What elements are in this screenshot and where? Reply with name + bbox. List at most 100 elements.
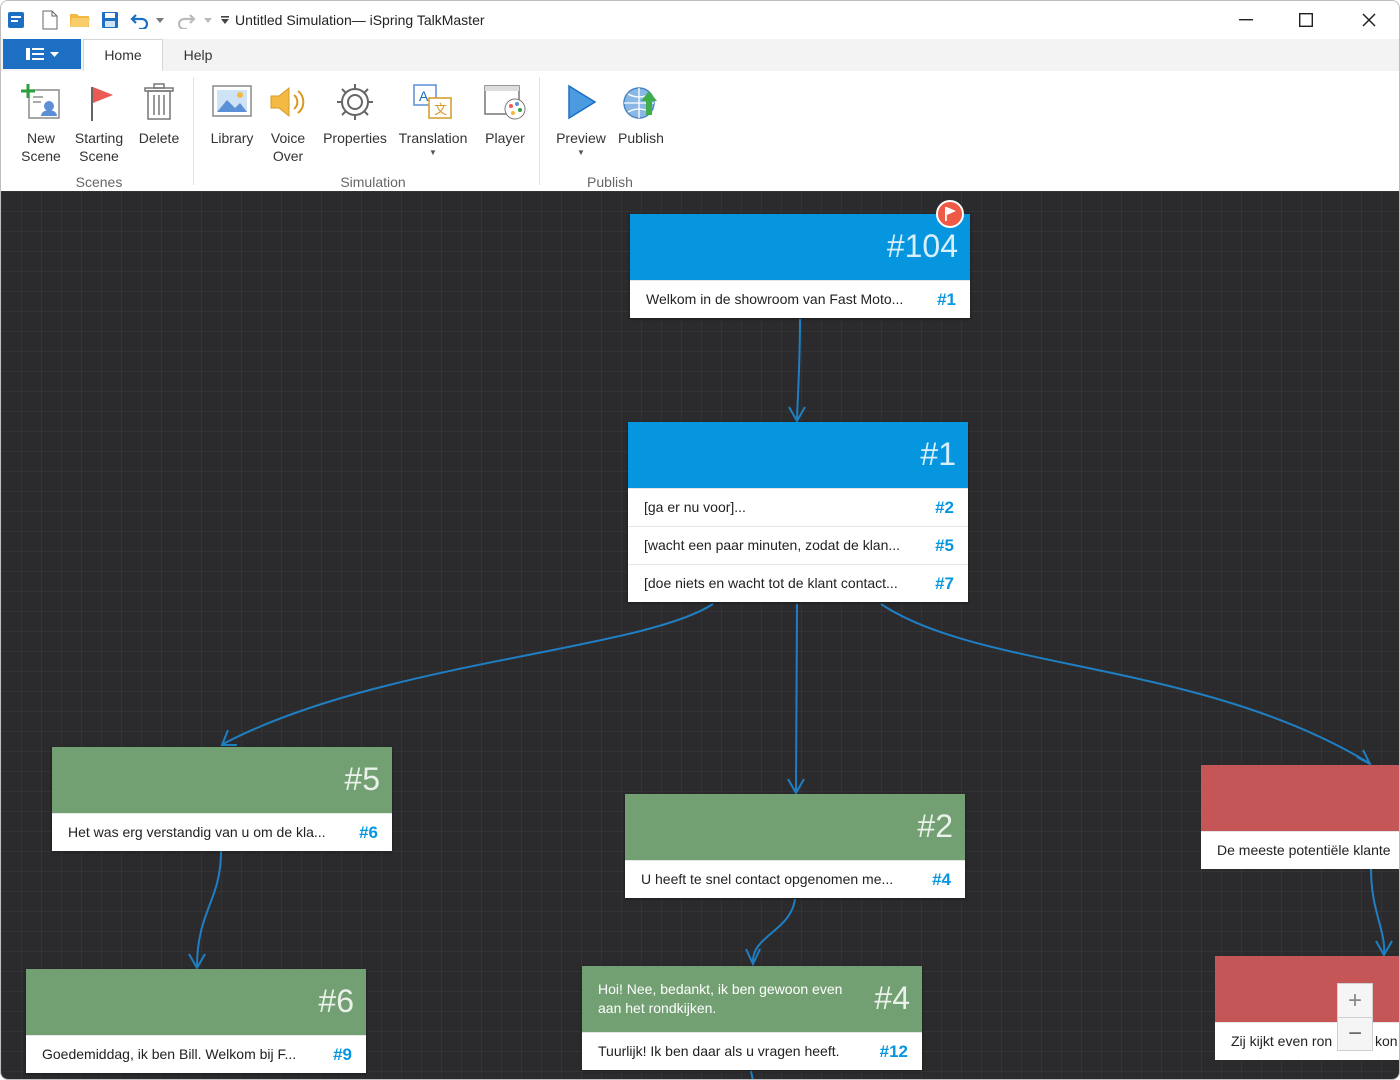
reply-row[interactable]: [doe niets en wacht tot de klant contact… <box>628 564 968 602</box>
scene-card-2[interactable]: #2 U heeft te snel contact opgenomen me.… <box>625 794 965 898</box>
zoom-out-button[interactable]: − <box>1337 1017 1373 1051</box>
delete-button[interactable]: Delete <box>133 79 185 147</box>
window-title: Untitled Simulation— iSpring TalkMaster <box>235 12 485 28</box>
speaker-icon <box>265 79 311 125</box>
reply-text: Goedemiddag, ik ben Bill. Welkom bij F..… <box>42 1046 297 1062</box>
voice-over-button[interactable]: Voice Over <box>263 79 313 165</box>
scene-header: #1 <box>628 422 968 488</box>
properties-label: Properties <box>323 130 387 146</box>
group-label-publish: Publish <box>587 174 633 190</box>
connector-1-7 <box>880 603 1370 764</box>
connector-1-2 <box>795 603 798 792</box>
scene-card-4[interactable]: Hoi! Nee, bedankt, ik ben gewoon even aa… <box>582 966 922 1070</box>
scene-number: #1 <box>920 436 956 472</box>
library-button[interactable]: Library <box>205 79 259 147</box>
connector-4-out <box>750 1070 754 1079</box>
starting-scene-flag-icon <box>936 200 964 228</box>
reply-target-link[interactable]: #1 <box>937 290 956 310</box>
play-icon <box>558 79 604 125</box>
reply-text: Zij kijkt even ron <box>1231 1033 1333 1049</box>
reply-row[interactable]: U heeft te snel contact opgenomen me... … <box>625 860 965 898</box>
new-scene-label: New Scene <box>21 130 61 164</box>
save-icon[interactable] <box>99 9 121 31</box>
title-bar: Untitled Simulation— iSpring TalkMaster <box>1 1 1399 39</box>
reply-target-link[interactable]: #2 <box>935 498 954 518</box>
scene-card-104[interactable]: #104 Welkom in de showroom van Fast Moto… <box>630 200 970 318</box>
scene-header: #6 <box>26 969 366 1035</box>
reply-target-link[interactable]: #6 <box>359 823 378 843</box>
player-palette-icon <box>482 79 528 125</box>
reply-target-link[interactable]: #7 <box>935 574 954 594</box>
reply-text: Tuurlijk! Ik ben daar als u vragen heeft… <box>598 1043 840 1059</box>
reply-target-link[interactable]: #4 <box>932 870 951 890</box>
preview-button[interactable]: Preview ▼ <box>553 79 609 157</box>
undo-dropdown-icon[interactable] <box>153 9 167 31</box>
new-file-icon[interactable] <box>39 9 61 31</box>
reply-row[interactable]: De meeste potentiële klante <box>1201 831 1399 869</box>
player-button[interactable]: Player <box>479 79 531 147</box>
customize-toolbar-icon[interactable] <box>217 9 233 31</box>
reply-row[interactable]: [wacht een paar minuten, zodat de klan..… <box>628 526 968 564</box>
redo-dropdown-icon[interactable] <box>201 9 215 31</box>
reply-text: Het was erg verstandig van u om de kla..… <box>68 824 326 840</box>
reply-text: De meeste potentiële klante <box>1217 842 1391 858</box>
undo-icon[interactable] <box>129 9 151 31</box>
translation-label: Translation <box>398 130 468 146</box>
reply-target-link[interactable]: #9 <box>333 1045 352 1065</box>
voice-over-label: Voice Over <box>270 130 306 164</box>
ribbon-separator <box>539 77 540 185</box>
gear-icon <box>332 79 378 125</box>
scene-card-7[interactable]: De meeste potentiële klante <box>1201 765 1399 869</box>
scene-number: #6 <box>318 983 354 1019</box>
scene-canvas[interactable]: #104 Welkom in de showroom van Fast Moto… <box>1 191 1399 1079</box>
minimize-button[interactable] <box>1223 5 1269 35</box>
arrowhead-icon <box>1356 749 1373 767</box>
starting-scene-label: Starting Scene <box>74 130 124 164</box>
reply-target-link[interactable]: #5 <box>935 536 954 556</box>
connector-1-5 <box>222 603 714 745</box>
tab-home[interactable]: Home <box>83 39 163 71</box>
flag-icon <box>76 79 122 125</box>
ribbon: New Scene Starting Scene Delete Library <box>1 71 1399 192</box>
scene-number: #4 <box>874 980 910 1016</box>
new-scene-button[interactable]: New Scene <box>13 79 69 165</box>
publish-globe-icon <box>618 79 664 125</box>
app-icon[interactable] <box>5 9 27 31</box>
reply-text: kon <box>1375 1033 1398 1049</box>
translation-button[interactable]: A文 Translation ▼ <box>395 79 471 157</box>
reply-row[interactable]: Welkom in de showroom van Fast Moto... #… <box>630 280 970 318</box>
reply-row[interactable]: Het was erg verstandig van u om de kla..… <box>52 813 392 851</box>
close-button[interactable] <box>1346 5 1392 35</box>
delete-label: Delete <box>138 130 180 146</box>
tab-help[interactable]: Help <box>165 39 231 71</box>
scene-card-1[interactable]: #1 [ga er nu voor]... #2 [wacht een paar… <box>628 422 968 602</box>
menu-icon <box>25 48 44 60</box>
open-folder-icon[interactable] <box>69 9 91 31</box>
zoom-in-button[interactable]: + <box>1337 983 1373 1017</box>
trash-icon <box>136 79 182 125</box>
connectors <box>188 318 1393 1079</box>
maximize-button[interactable] <box>1283 5 1329 35</box>
preview-label: Preview <box>556 130 606 146</box>
connector-104-1 <box>796 318 801 420</box>
publish-label: Publish <box>618 130 664 146</box>
scene-card-6[interactable]: #6 Goedemiddag, ik ben Bill. Welkom bij … <box>26 969 366 1073</box>
library-label: Library <box>210 130 254 146</box>
reply-row[interactable]: [ga er nu voor]... #2 <box>628 488 968 526</box>
translation-dropdown-icon: ▼ <box>429 148 437 157</box>
file-menu-button[interactable] <box>3 39 81 69</box>
redo-icon[interactable] <box>175 9 197 31</box>
reply-text: [wacht een paar minuten, zodat de klan..… <box>644 537 901 553</box>
scene-number: #104 <box>886 228 958 264</box>
reply-text: [doe niets en wacht tot de klant contact… <box>644 575 898 591</box>
properties-button[interactable]: Properties <box>319 79 391 147</box>
reply-target-link[interactable]: #12 <box>880 1042 908 1062</box>
reply-row[interactable]: Goedemiddag, ik ben Bill. Welkom bij F..… <box>26 1035 366 1073</box>
publish-button[interactable]: Publish <box>613 79 669 147</box>
reply-row[interactable]: Tuurlijk! Ik ben daar als u vragen heeft… <box>582 1032 922 1070</box>
scene-card-5[interactable]: #5 Het was erg verstandig van u om de kl… <box>52 747 392 851</box>
connector-5-6 <box>196 850 222 968</box>
starting-scene-button[interactable]: Starting Scene <box>71 79 127 165</box>
scene-speech-text: Hoi! Nee, bedankt, ik ben gewoon even aa… <box>598 981 843 1016</box>
reply-text: U heeft te snel contact opgenomen me... <box>641 871 894 887</box>
